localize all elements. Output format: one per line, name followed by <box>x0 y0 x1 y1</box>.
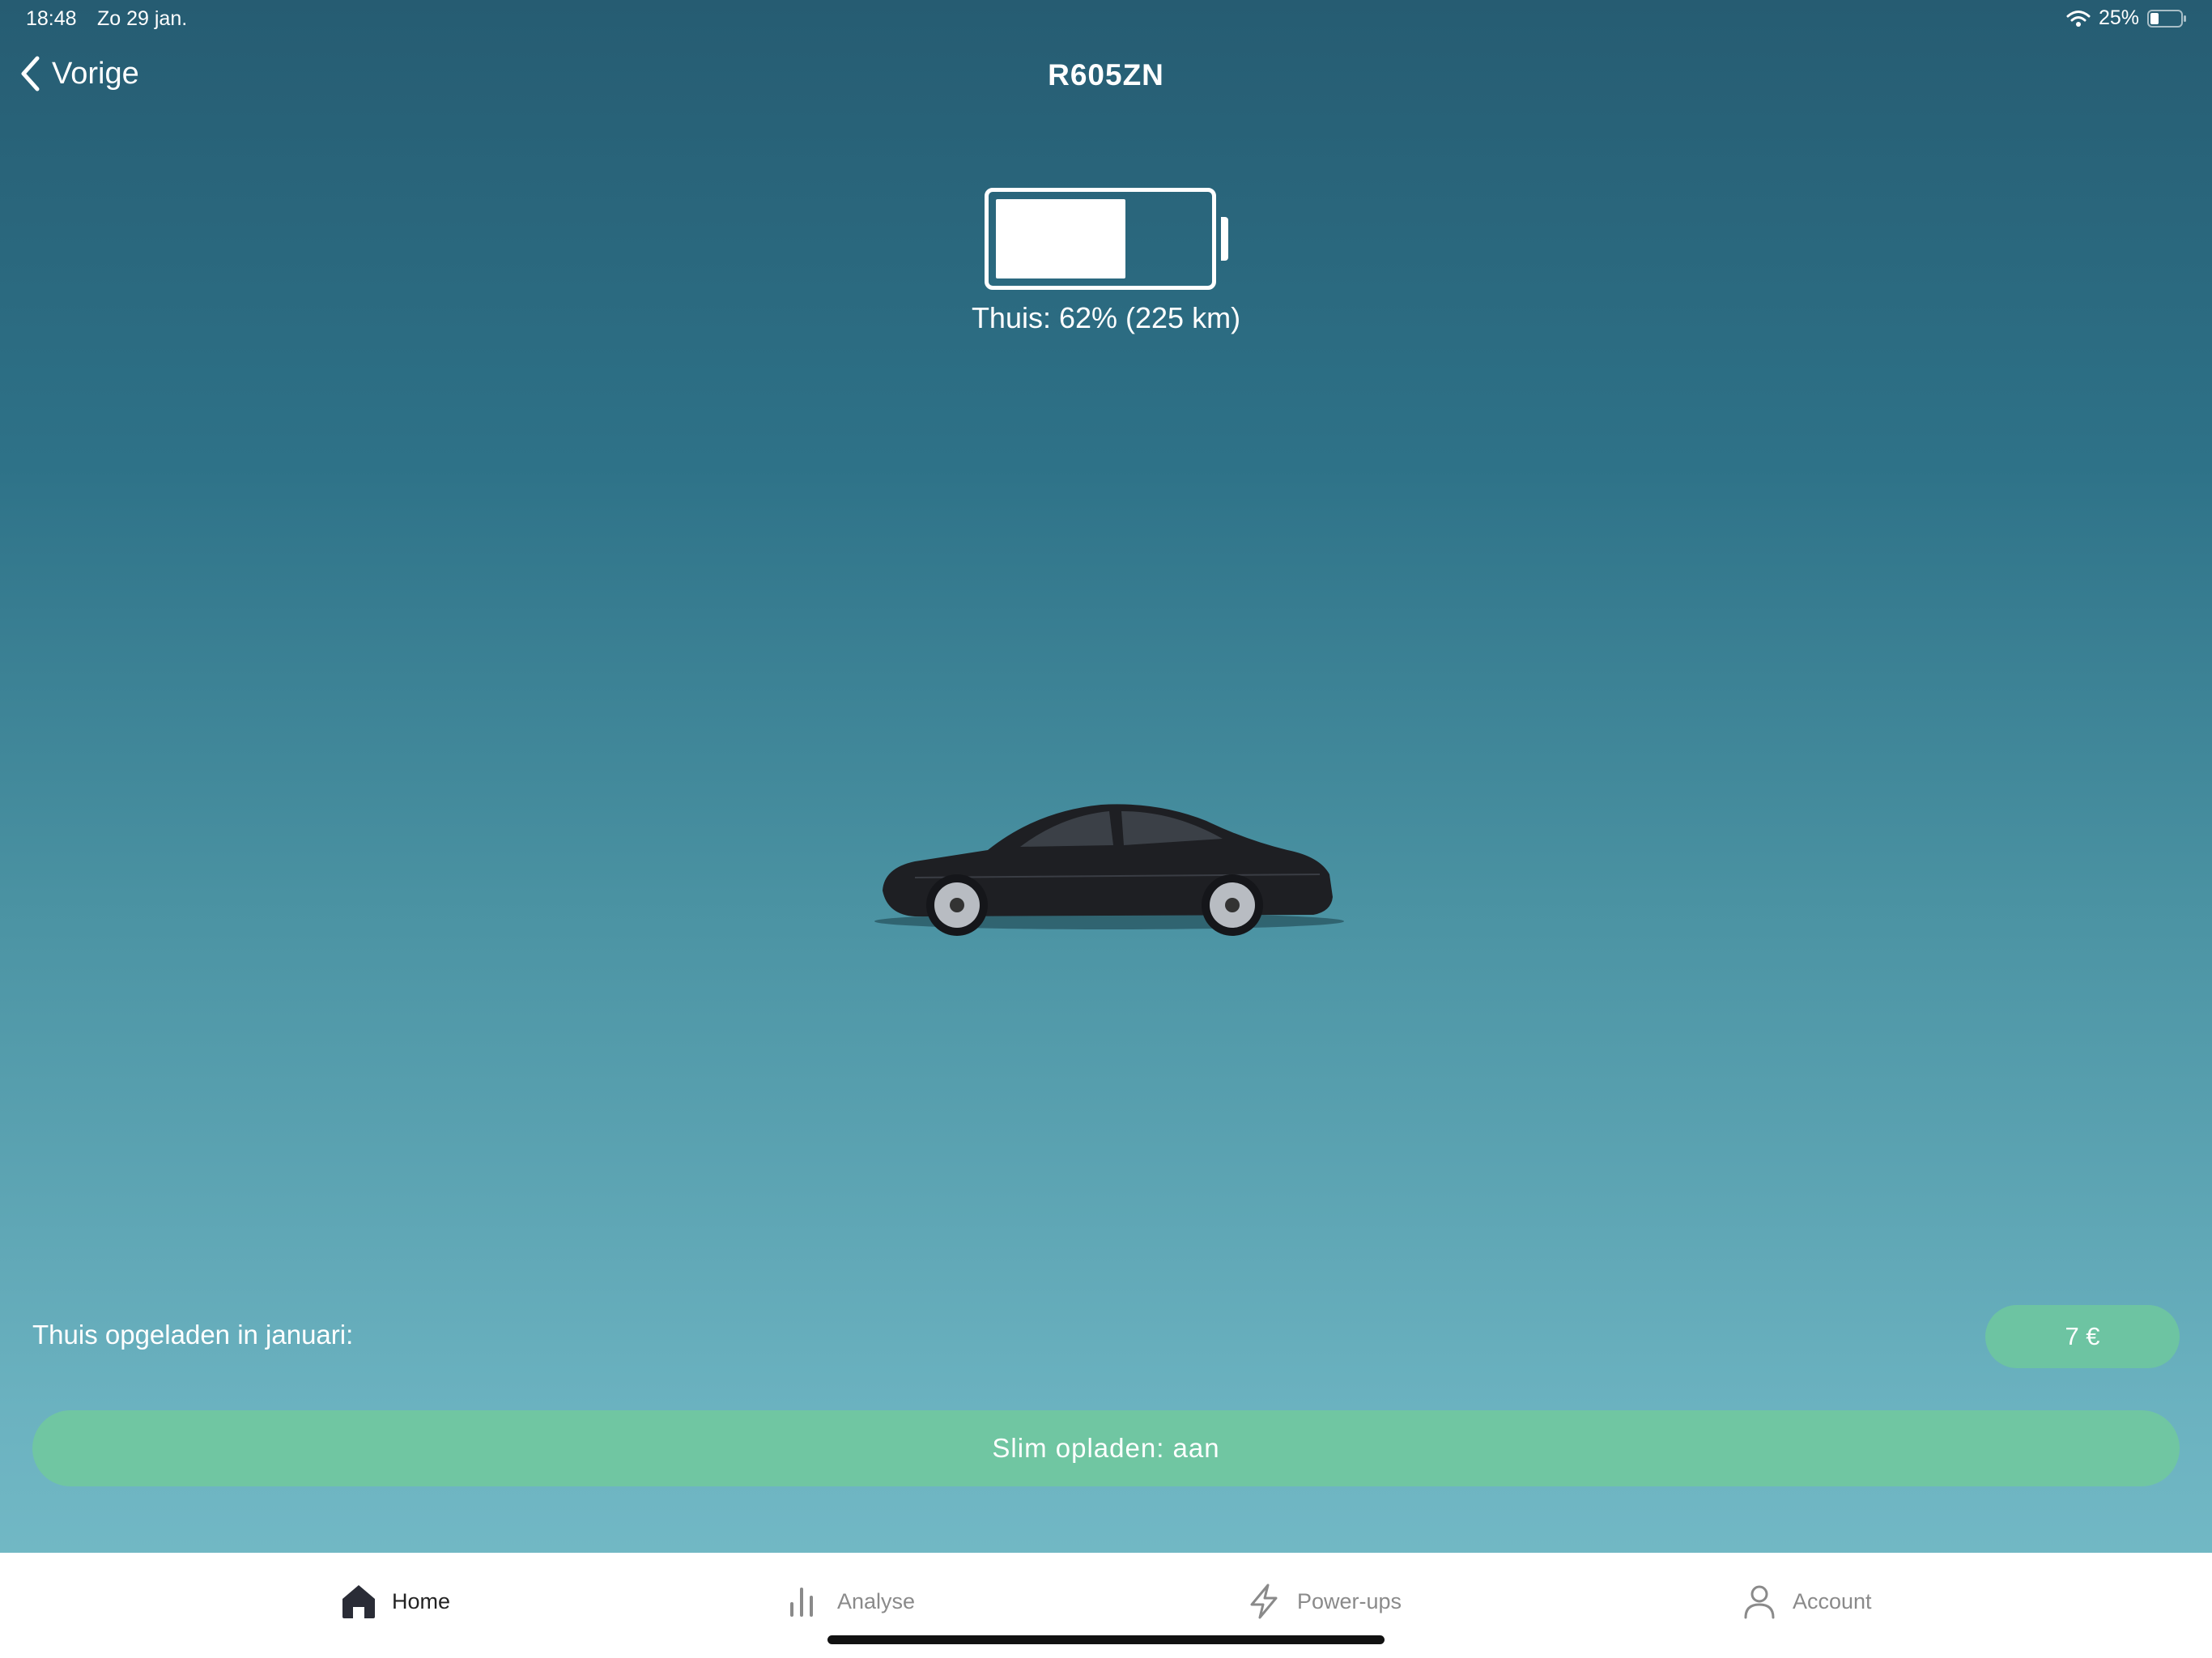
tab-analyse-label: Analyse <box>837 1588 916 1613</box>
battery-cap <box>1221 217 1228 261</box>
tab-account-label: Account <box>1793 1588 1872 1613</box>
battery-fill <box>996 199 1125 278</box>
lightning-icon <box>1250 1584 1278 1619</box>
tab-power-ups[interactable]: Power-ups <box>1245 1577 1402 1626</box>
status-time: 18:48 <box>26 7 77 30</box>
smart-charge-button[interactable]: Slim opladen: aan <box>32 1410 2180 1486</box>
app-screen: 18:48 Zo 29 jan. 25% Vorige R605ZN Thuis… <box>0 0 2212 1658</box>
battery-body <box>985 188 1216 290</box>
home-indicator <box>827 1635 1385 1644</box>
person-icon <box>1744 1585 1775 1619</box>
charged-amount-badge: 7 € <box>1985 1305 2180 1368</box>
charged-this-month-label: Thuis opgeladen in januari: <box>32 1320 354 1350</box>
tab-account[interactable]: Account <box>1741 1577 1872 1626</box>
battery-indicator <box>985 188 1228 290</box>
status-bar: 18:48 Zo 29 jan. 25% <box>0 0 2212 39</box>
status-indicators: 25% <box>2066 6 2188 30</box>
home-icon <box>342 1585 375 1618</box>
status-date: Zo 29 jan. <box>97 7 188 30</box>
page-title: R605ZN <box>1048 58 1164 91</box>
tab-power-ups-label: Power-ups <box>1297 1588 1402 1613</box>
tab-analyse[interactable]: Analyse <box>785 1577 915 1626</box>
wifi-icon <box>2066 10 2091 27</box>
tab-home[interactable]: Home <box>340 1577 450 1626</box>
battery-status-label: Thuis: 62% (225 km) <box>971 301 1241 334</box>
status-battery-percent: 25% <box>2098 6 2139 29</box>
tab-home-label: Home <box>392 1588 451 1613</box>
status-battery-icon <box>2147 9 2186 28</box>
bar-chart-icon <box>790 1588 813 1617</box>
car-image <box>874 804 1344 936</box>
